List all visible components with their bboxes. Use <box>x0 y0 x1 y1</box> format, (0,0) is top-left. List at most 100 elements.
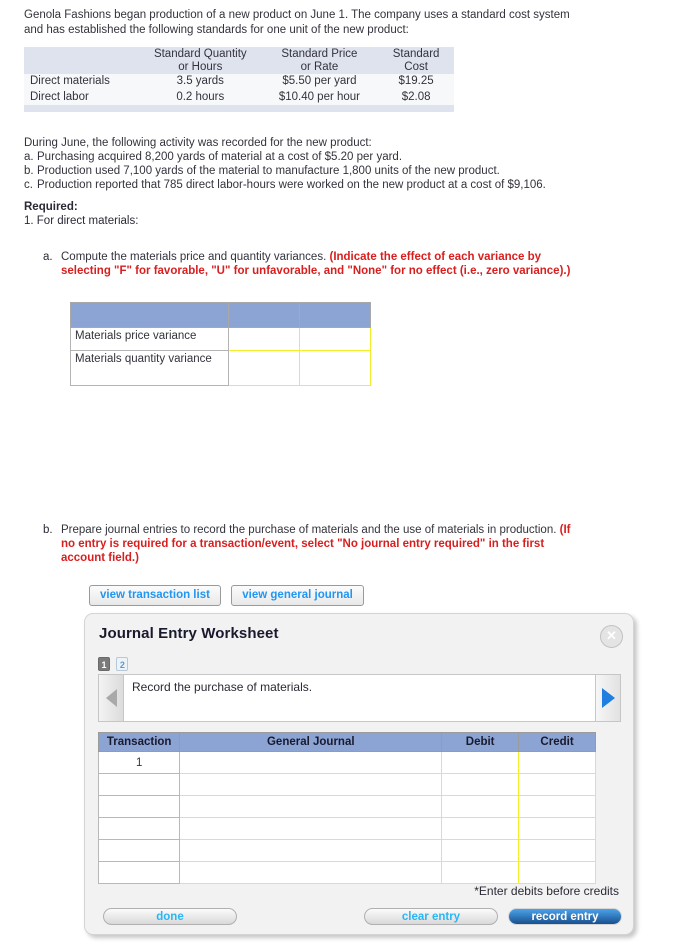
debits-before-credits-note: *Enter debits before credits <box>474 884 619 898</box>
standards-table-header-row: Standard Quantity or Hours Standard Pric… <box>24 47 454 74</box>
part-a-marker: a. <box>43 251 53 263</box>
variance-table-header-row <box>70 302 371 328</box>
journal-row2-transaction <box>97 795 181 818</box>
activity-item-b-letter: b. <box>24 165 34 177</box>
standards-header-price-line2: or Rate <box>300 60 339 73</box>
variance-row1-amount-input[interactable] <box>228 350 300 386</box>
table-row <box>97 861 596 884</box>
standards-row0-label: Direct materials <box>24 74 140 90</box>
journal-row2-debit-input[interactable] <box>441 795 520 818</box>
journal-row5-credit-input[interactable] <box>518 861 596 884</box>
journal-row5-account-input[interactable] <box>179 861 443 884</box>
journal-row3-account-input[interactable] <box>179 817 443 840</box>
standards-header-cost: Standard Cost <box>378 47 454 74</box>
journal-row5-debit-input[interactable] <box>441 861 520 884</box>
variance-header-col3 <box>299 302 371 328</box>
part-a-text: Compute the materials price and quantity… <box>61 250 623 278</box>
standards-row1-quantity: 0.2 hours <box>139 89 261 105</box>
variance-table: Materials price variance Materials quant… <box>70 302 371 386</box>
activity-item-c-text: Production reported that 785 direct labo… <box>37 179 546 191</box>
journal-row4-debit-input[interactable] <box>441 839 520 862</box>
journal-entry-worksheet-dialog: Journal Entry Worksheet ✕ 1 2 Record the… <box>84 613 634 935</box>
worksheet-tab-1[interactable]: 1 <box>98 657 110 671</box>
part-b-text: Prepare journal entries to record the pu… <box>61 523 633 565</box>
standards-header-cost-line2: Cost <box>404 60 428 73</box>
next-entry-button[interactable] <box>595 675 620 721</box>
table-row: Direct materials 3.5 yards $5.50 per yar… <box>24 74 454 90</box>
table-row: Materials quantity variance <box>70 350 371 386</box>
prompt-strip: Record the purchase of materials. <box>98 674 621 722</box>
journal-row2-account-input[interactable] <box>179 795 443 818</box>
part-a-text-red-line1: (Indicate the effect of each variance by <box>329 251 542 263</box>
part-b-text-plain: Prepare journal entries to record the pu… <box>61 524 560 536</box>
journal-row4-transaction <box>97 839 181 862</box>
variance-row1-effect-input[interactable] <box>299 350 371 386</box>
part-a-text-red-line2: selecting "F" for favorable, "U" for unf… <box>61 265 571 277</box>
activity-item-a-letter: a. <box>24 151 34 163</box>
table-row <box>97 839 596 862</box>
activity-item-a-text: Purchasing acquired 8,200 yards of mater… <box>37 151 403 163</box>
activity-block: During June, the following activity was … <box>24 136 624 192</box>
part-b-text-red-line2: no entry is required for a transaction/e… <box>61 538 545 550</box>
part-a-text-plain: Compute the materials price and quantity… <box>61 251 330 263</box>
view-buttons-group: view transaction list view general journ… <box>89 585 371 606</box>
journal-row0-credit-input[interactable] <box>518 751 596 774</box>
journal-row1-debit-input[interactable] <box>441 773 520 796</box>
part-b-block: b. Prepare journal entries to record the… <box>43 523 633 565</box>
journal-header-credit: Credit <box>518 732 596 752</box>
standards-row0-cost: $19.25 <box>378 74 454 90</box>
part-b-text-red-line1: (If <box>559 524 571 536</box>
standards-header-cost-line1: Standard <box>392 48 440 60</box>
journal-row2-credit-input[interactable] <box>518 795 596 818</box>
activity-item-b-text: Production used 7,100 yards of the mater… <box>37 165 500 177</box>
journal-row3-credit-input[interactable] <box>518 817 596 840</box>
journal-row4-credit-input[interactable] <box>518 839 596 862</box>
part-b-marker: b. <box>43 524 53 536</box>
variance-row0-effect-input[interactable] <box>299 327 371 351</box>
standards-header-blank <box>24 47 140 74</box>
variance-header-col1 <box>70 302 229 328</box>
standards-header-quantity-line2: or Hours <box>178 60 223 73</box>
activity-item-c-letter: c. <box>24 179 33 191</box>
journal-header-transaction: Transaction <box>97 732 181 752</box>
table-row <box>97 773 596 796</box>
standards-header-price: Standard Price or Rate <box>260 47 379 74</box>
worksheet-tab-2[interactable]: 2 <box>116 657 129 671</box>
table-row <box>97 795 596 818</box>
standards-row1-price: $10.40 per hour <box>260 89 379 105</box>
variance-row0-amount-input[interactable] <box>228 327 300 351</box>
standards-header-quantity: Standard Quantity or Hours <box>139 47 261 74</box>
prev-entry-button[interactable] <box>99 675 124 721</box>
record-entry-button[interactable]: record entry <box>508 908 622 925</box>
journal-row0-account-input[interactable] <box>179 751 443 774</box>
prompt-text: Record the purchase of materials. <box>124 675 595 721</box>
standards-header-quantity-line1: Standard Quantity <box>153 48 247 60</box>
triangle-right-icon <box>601 688 615 708</box>
clear-entry-button[interactable]: clear entry <box>364 908 498 925</box>
table-row: Materials price variance <box>70 327 371 351</box>
standards-row1-cost: $2.08 <box>378 89 454 105</box>
standards-table: Standard Quantity or Hours Standard Pric… <box>24 47 454 112</box>
view-general-journal-button[interactable]: view general journal <box>231 585 364 606</box>
journal-row3-debit-input[interactable] <box>441 817 520 840</box>
journal-row4-account-input[interactable] <box>179 839 443 862</box>
standards-row0-quantity: 3.5 yards <box>139 74 261 90</box>
standards-footer-cell <box>24 105 454 112</box>
done-button[interactable]: done <box>103 908 237 925</box>
activity-item-a: a. Purchasing acquired 8,200 yards of mat… <box>24 150 624 164</box>
intro-paragraph: Genola Fashions began production of a ne… <box>24 9 570 36</box>
standards-header-price-line1: Standard Price <box>281 48 358 60</box>
journal-row1-account-input[interactable] <box>179 773 443 796</box>
table-row: Direct labor 0.2 hours $10.40 per hour $… <box>24 89 454 105</box>
journal-row1-credit-input[interactable] <box>518 773 596 796</box>
journal-row0-transaction: 1 <box>97 751 181 774</box>
close-icon[interactable]: ✕ <box>600 625 623 648</box>
part-b-text-red-line3: account field.) <box>61 552 139 564</box>
table-row: 1 <box>97 751 596 774</box>
required-block: Required: 1. For direct materials: <box>24 200 138 228</box>
view-transaction-list-button[interactable]: view transaction list <box>89 585 221 606</box>
required-item-1: 1. For direct materials: <box>24 215 139 227</box>
worksheet-tabs: 1 2 <box>98 657 131 672</box>
journal-row0-debit-input[interactable] <box>441 751 520 774</box>
table-row <box>97 817 596 840</box>
